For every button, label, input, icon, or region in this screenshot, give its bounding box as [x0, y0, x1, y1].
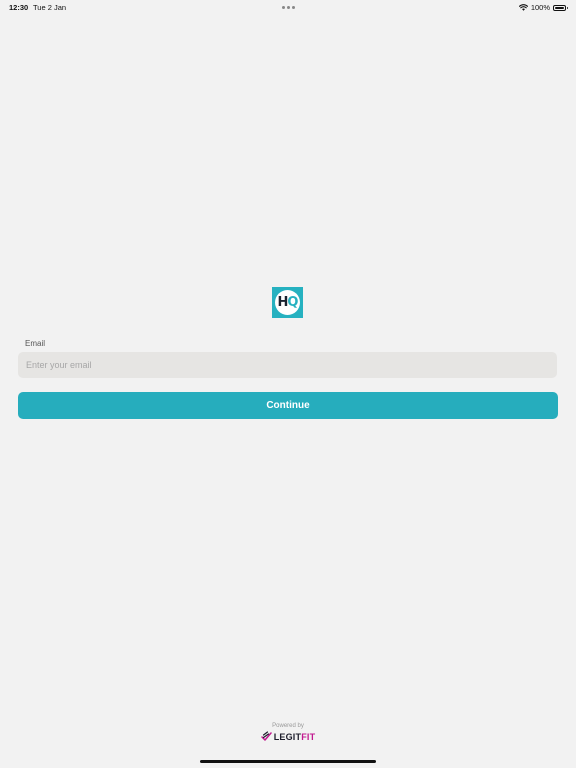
- multitasking-dots-icon[interactable]: [282, 6, 295, 9]
- wifi-icon: [518, 4, 528, 11]
- status-date: Tue 2 Jan: [33, 3, 67, 12]
- hq-logo-mark: HQ: [275, 290, 300, 315]
- hq-logo: HQ: [272, 287, 303, 318]
- brand-accent-text: FIT: [301, 731, 316, 742]
- logo-letter-q: Q: [287, 295, 298, 310]
- status-right: 100%: [518, 3, 568, 12]
- powered-by-text: Powered by: [272, 723, 304, 729]
- continue-button[interactable]: Continue: [18, 392, 558, 419]
- status-bar: 12:30 Tue 2 Jan 100%: [0, 0, 576, 14]
- email-input[interactable]: [18, 352, 557, 378]
- legitfit-brand: LEGITFIT: [260, 731, 316, 742]
- hq-logo-text: HQ: [277, 295, 299, 310]
- battery-fill: [555, 6, 564, 9]
- status-time: 12:30: [9, 3, 29, 12]
- footer: Powered by LEGITFIT: [0, 723, 576, 747]
- email-label: Email: [25, 339, 46, 348]
- battery-percentage: 100%: [530, 3, 550, 12]
- legitfit-logo-icon: [260, 731, 272, 742]
- battery-icon: [553, 4, 568, 11]
- legitfit-wordmark: LEGITFIT: [274, 732, 316, 742]
- logo-letter-h: H: [277, 295, 289, 310]
- home-indicator[interactable]: [200, 760, 376, 763]
- brand-main-text: LEGIT: [273, 731, 302, 742]
